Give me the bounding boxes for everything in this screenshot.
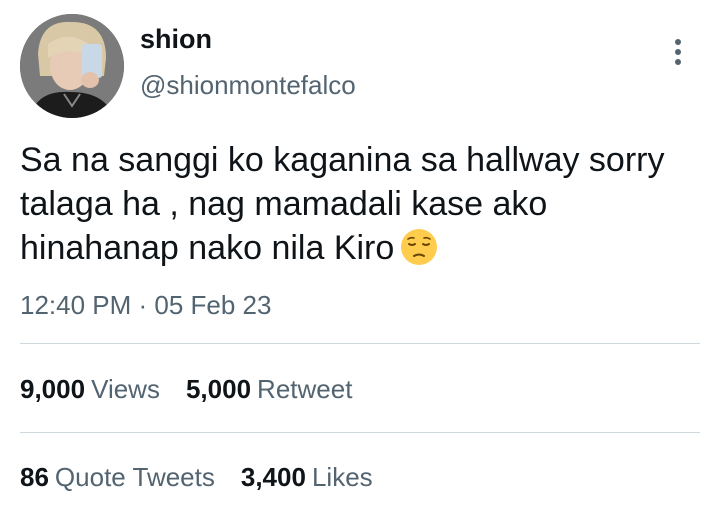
tweet-timestamp[interactable]: 12:40 PM · 05 Feb 23: [20, 290, 271, 321]
likes-count: 3,400: [240, 462, 306, 492]
user-handle[interactable]: @shionmontefalco: [140, 70, 356, 101]
likes-stat[interactable]: 3,400 Likes: [241, 462, 373, 493]
views-count: 9,000: [20, 374, 86, 404]
display-name[interactable]: shion: [140, 24, 212, 55]
divider: [20, 432, 700, 433]
quote-tweets-count: 86: [20, 462, 49, 492]
quote-tweets-label: Quote Tweets: [54, 462, 215, 492]
tweet-text: Sa na sanggi ko kaganina sa hallway sorr…: [20, 141, 665, 267]
more-options-icon[interactable]: [660, 34, 696, 70]
more-dot: [675, 39, 681, 45]
retweets-label: Retweet: [257, 374, 353, 404]
tweet-body: Sa na sanggi ko kaganina sa hallway sorr…: [20, 138, 710, 270]
retweets-count: 5,000: [185, 374, 252, 404]
more-dot: [675, 49, 681, 55]
pensive-face-emoji-icon: [401, 229, 438, 265]
avatar-image: [20, 14, 124, 118]
quote-tweets-stat[interactable]: 86 Quote Tweets: [20, 462, 215, 493]
retweets-stat[interactable]: 5,000 Retweet: [186, 374, 352, 405]
likes-label: Likes: [311, 462, 373, 492]
avatar[interactable]: [20, 14, 124, 118]
divider: [20, 343, 700, 344]
views-stat[interactable]: 9,000 Views: [20, 374, 160, 405]
views-label: Views: [91, 374, 160, 404]
more-dot: [675, 59, 681, 65]
stats-row-1: 9,000 Views 5,000 Retweet: [20, 374, 352, 405]
stats-row-2: 86 Quote Tweets 3,400 Likes: [20, 462, 373, 493]
